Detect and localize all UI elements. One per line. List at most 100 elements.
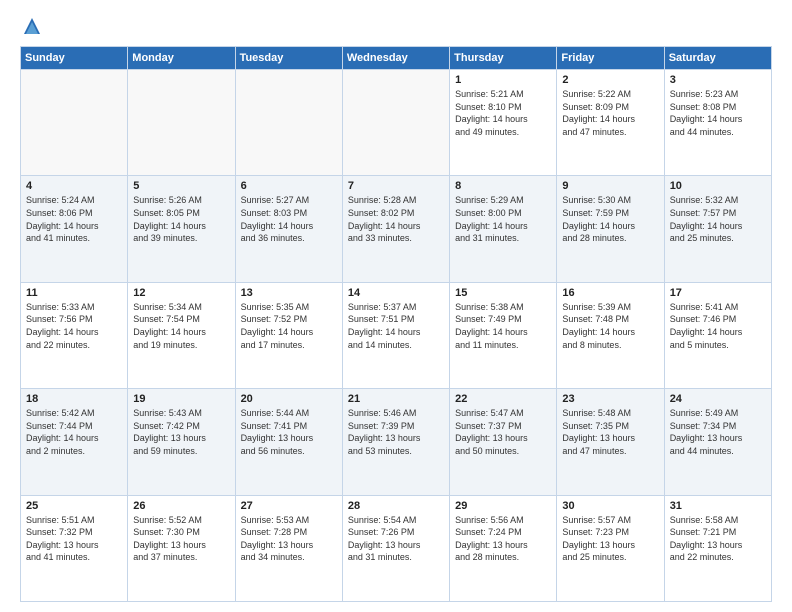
logo-icon <box>22 16 42 36</box>
calendar-cell: 11Sunrise: 5:33 AMSunset: 7:56 PMDayligh… <box>21 282 128 388</box>
day-number: 28 <box>348 500 444 512</box>
day-number: 2 <box>562 74 658 86</box>
calendar-week-3: 11Sunrise: 5:33 AMSunset: 7:56 PMDayligh… <box>21 282 772 388</box>
calendar-week-1: 1 Sunrise: 5:21 AMSunset: 8:10 PMDaylight… <box>21 70 772 176</box>
cell-info: Sunrise: 5:21 AMSunset: 8:10 PMDaylight:… <box>455 88 551 138</box>
calendar-cell: 3 Sunrise: 5:23 AMSunset: 8:08 PMDaylight… <box>664 70 771 176</box>
cell-info: Sunrise: 5:46 AMSunset: 7:39 PMDaylight:… <box>348 407 444 457</box>
calendar-cell: 30Sunrise: 5:57 AMSunset: 7:23 PMDayligh… <box>557 495 664 601</box>
day-number: 12 <box>133 287 229 299</box>
calendar-week-4: 18 Sunrise: 5:42 AMSunset: 7:44 PMDayligh… <box>21 389 772 495</box>
cell-info: Sunrise: 5:58 AMSunset: 7:21 PMDaylight:… <box>670 514 766 564</box>
calendar-cell: 17Sunrise: 5:41 AMSunset: 7:46 PMDayligh… <box>664 282 771 388</box>
cell-info: Sunrise: 5:56 AMSunset: 7:24 PMDaylight:… <box>455 514 551 564</box>
day-number: 6 <box>241 180 337 192</box>
cell-info: Sunrise: 5:22 AMSunset: 8:09 PMDaylight:… <box>562 88 658 138</box>
header <box>20 16 772 36</box>
day-number: 11 <box>26 287 122 299</box>
cell-info: Sunrise: 5:23 AMSunset: 8:08 PMDaylight:… <box>670 88 766 138</box>
calendar-cell: 14Sunrise: 5:37 AMSunset: 7:51 PMDayligh… <box>342 282 449 388</box>
day-number: 15 <box>455 287 551 299</box>
calendar-cell: 27Sunrise: 5:53 AMSunset: 7:28 PMDayligh… <box>235 495 342 601</box>
weekday-header-wednesday: Wednesday <box>342 47 449 70</box>
day-number: 3 <box>670 74 766 86</box>
calendar-cell: 2 Sunrise: 5:22 AMSunset: 8:09 PMDaylight… <box>557 70 664 176</box>
cell-info: Sunrise: 5:54 AMSunset: 7:26 PMDaylight:… <box>348 514 444 564</box>
day-number: 10 <box>670 180 766 192</box>
calendar-cell: 22Sunrise: 5:47 AMSunset: 7:37 PMDayligh… <box>450 389 557 495</box>
page: SundayMondayTuesdayWednesdayThursdayFrid… <box>0 0 792 612</box>
calendar-header: SundayMondayTuesdayWednesdayThursdayFrid… <box>21 47 772 70</box>
calendar-cell: 19 Sunrise: 5:43 AMSunset: 7:42 PMDayligh… <box>128 389 235 495</box>
calendar-cell: 26Sunrise: 5:52 AMSunset: 7:30 PMDayligh… <box>128 495 235 601</box>
calendar-cell: 16Sunrise: 5:39 AMSunset: 7:48 PMDayligh… <box>557 282 664 388</box>
cell-info: Sunrise: 5:32 AMSunset: 7:57 PMDaylight:… <box>670 194 766 244</box>
cell-info: Sunrise: 5:51 AMSunset: 7:32 PMDaylight:… <box>26 514 122 564</box>
calendar-cell: 9 Sunrise: 5:30 AMSunset: 7:59 PMDaylight… <box>557 176 664 282</box>
calendar-week-2: 4 Sunrise: 5:24 AMSunset: 8:06 PMDaylight… <box>21 176 772 282</box>
day-number: 7 <box>348 180 444 192</box>
logo <box>20 16 42 36</box>
cell-info: Sunrise: 5:27 AMSunset: 8:03 PMDaylight:… <box>241 194 337 244</box>
calendar-cell <box>21 70 128 176</box>
calendar-cell: 31 Sunrise: 5:58 AMSunset: 7:21 PMDayligh… <box>664 495 771 601</box>
day-number: 14 <box>348 287 444 299</box>
weekday-header-thursday: Thursday <box>450 47 557 70</box>
cell-info: Sunrise: 5:44 AMSunset: 7:41 PMDaylight:… <box>241 407 337 457</box>
cell-info: Sunrise: 5:41 AMSunset: 7:46 PMDaylight:… <box>670 301 766 351</box>
cell-info: Sunrise: 5:53 AMSunset: 7:28 PMDaylight:… <box>241 514 337 564</box>
calendar-cell: 12 Sunrise: 5:34 AMSunset: 7:54 PMDayligh… <box>128 282 235 388</box>
day-number: 9 <box>562 180 658 192</box>
calendar-table: SundayMondayTuesdayWednesdayThursdayFrid… <box>20 46 772 602</box>
day-number: 24 <box>670 393 766 405</box>
day-number: 19 <box>133 393 229 405</box>
day-number: 26 <box>133 500 229 512</box>
calendar-cell: 18 Sunrise: 5:42 AMSunset: 7:44 PMDayligh… <box>21 389 128 495</box>
calendar-cell <box>128 70 235 176</box>
calendar-cell: 8 Sunrise: 5:29 AMSunset: 8:00 PMDaylight… <box>450 176 557 282</box>
day-number: 20 <box>241 393 337 405</box>
cell-info: Sunrise: 5:29 AMSunset: 8:00 PMDaylight:… <box>455 194 551 244</box>
day-number: 31 <box>670 500 766 512</box>
day-number: 4 <box>26 180 122 192</box>
calendar-cell: 29 Sunrise: 5:56 AMSunset: 7:24 PMDayligh… <box>450 495 557 601</box>
calendar-week-5: 25 Sunrise: 5:51 AMSunset: 7:32 PMDayligh… <box>21 495 772 601</box>
cell-info: Sunrise: 5:24 AMSunset: 8:06 PMDaylight:… <box>26 194 122 244</box>
cell-info: Sunrise: 5:28 AMSunset: 8:02 PMDaylight:… <box>348 194 444 244</box>
calendar: SundayMondayTuesdayWednesdayThursdayFrid… <box>20 46 772 602</box>
day-number: 1 <box>455 74 551 86</box>
cell-info: Sunrise: 5:35 AMSunset: 7:52 PMDaylight:… <box>241 301 337 351</box>
weekday-header-saturday: Saturday <box>664 47 771 70</box>
cell-info: Sunrise: 5:30 AMSunset: 7:59 PMDaylight:… <box>562 194 658 244</box>
day-number: 21 <box>348 393 444 405</box>
day-number: 18 <box>26 393 122 405</box>
day-number: 23 <box>562 393 658 405</box>
calendar-cell: 23Sunrise: 5:48 AMSunset: 7:35 PMDayligh… <box>557 389 664 495</box>
calendar-cell: 4 Sunrise: 5:24 AMSunset: 8:06 PMDaylight… <box>21 176 128 282</box>
cell-info: Sunrise: 5:43 AMSunset: 7:42 PMDaylight:… <box>133 407 229 457</box>
cell-info: Sunrise: 5:38 AMSunset: 7:49 PMDaylight:… <box>455 301 551 351</box>
calendar-cell: 25 Sunrise: 5:51 AMSunset: 7:32 PMDayligh… <box>21 495 128 601</box>
day-number: 5 <box>133 180 229 192</box>
weekday-header-tuesday: Tuesday <box>235 47 342 70</box>
calendar-cell: 28 Sunrise: 5:54 AMSunset: 7:26 PMDayligh… <box>342 495 449 601</box>
cell-info: Sunrise: 5:49 AMSunset: 7:34 PMDaylight:… <box>670 407 766 457</box>
calendar-body: 1 Sunrise: 5:21 AMSunset: 8:10 PMDaylight… <box>21 70 772 602</box>
calendar-cell: 20 Sunrise: 5:44 AMSunset: 7:41 PMDayligh… <box>235 389 342 495</box>
calendar-cell: 7 Sunrise: 5:28 AMSunset: 8:02 PMDaylight… <box>342 176 449 282</box>
cell-info: Sunrise: 5:34 AMSunset: 7:54 PMDaylight:… <box>133 301 229 351</box>
calendar-cell <box>235 70 342 176</box>
day-number: 8 <box>455 180 551 192</box>
weekday-header-monday: Monday <box>128 47 235 70</box>
cell-info: Sunrise: 5:42 AMSunset: 7:44 PMDaylight:… <box>26 407 122 457</box>
day-number: 29 <box>455 500 551 512</box>
calendar-cell: 1 Sunrise: 5:21 AMSunset: 8:10 PMDaylight… <box>450 70 557 176</box>
cell-info: Sunrise: 5:26 AMSunset: 8:05 PMDaylight:… <box>133 194 229 244</box>
calendar-cell: 13Sunrise: 5:35 AMSunset: 7:52 PMDayligh… <box>235 282 342 388</box>
day-number: 25 <box>26 500 122 512</box>
cell-info: Sunrise: 5:39 AMSunset: 7:48 PMDaylight:… <box>562 301 658 351</box>
calendar-cell <box>342 70 449 176</box>
calendar-cell: 5 Sunrise: 5:26 AMSunset: 8:05 PMDaylight… <box>128 176 235 282</box>
header-row: SundayMondayTuesdayWednesdayThursdayFrid… <box>21 47 772 70</box>
weekday-header-friday: Friday <box>557 47 664 70</box>
